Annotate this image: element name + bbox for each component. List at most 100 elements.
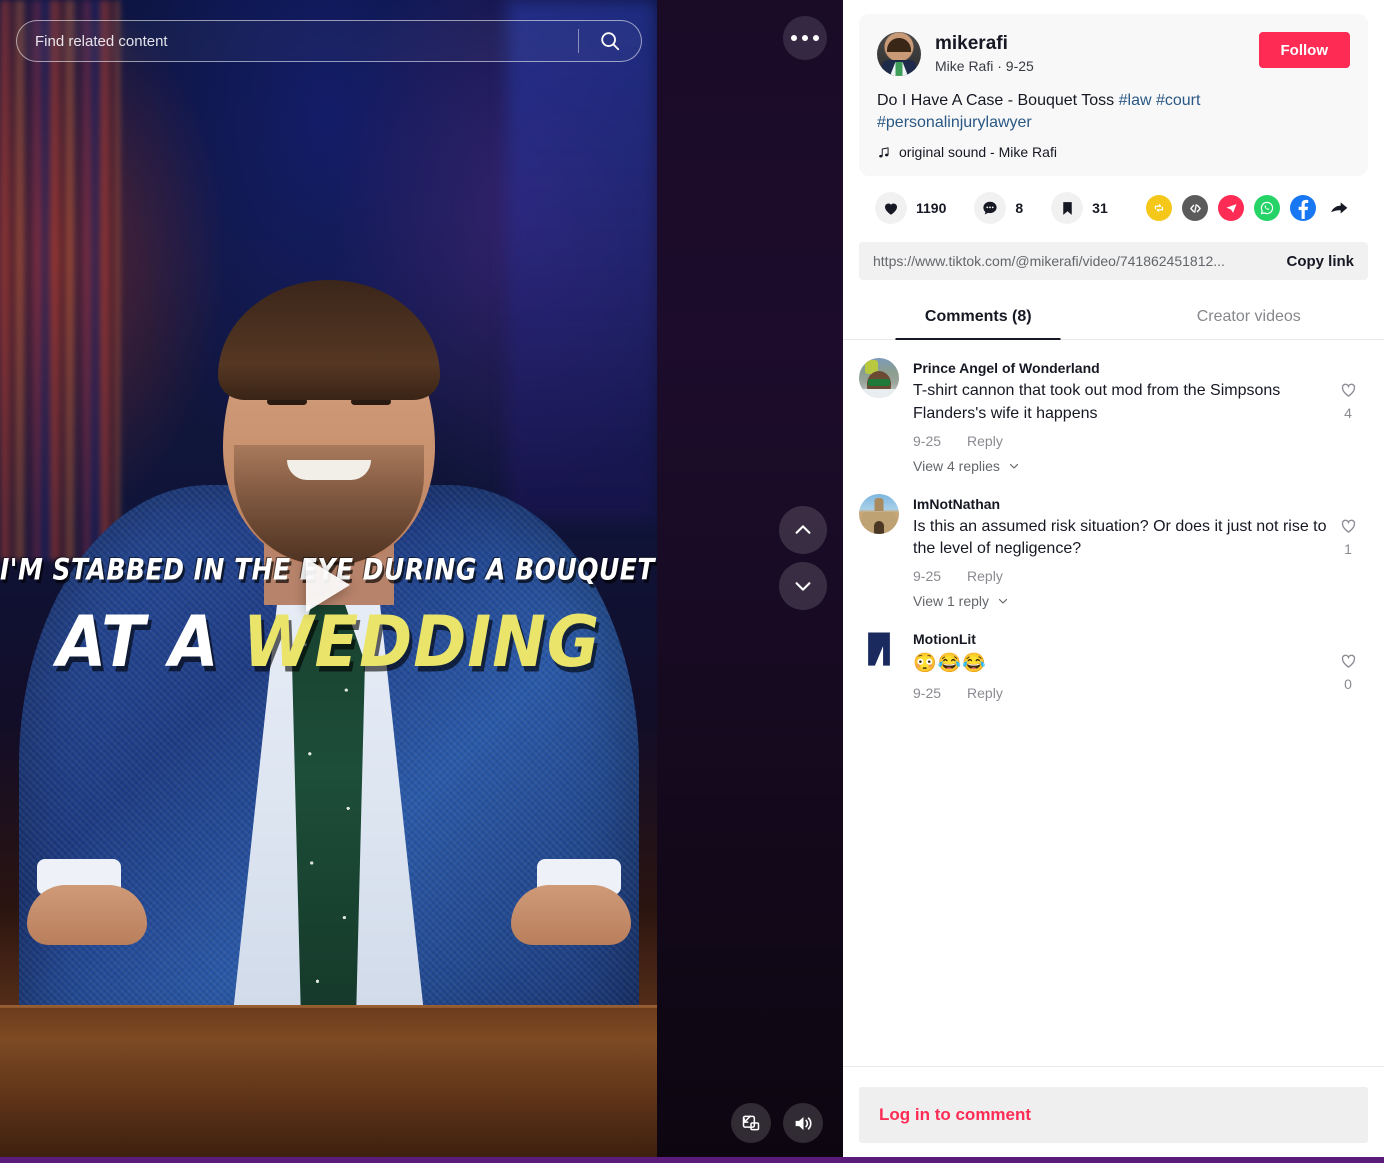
author-avatar[interactable] [877,32,921,76]
repost-icon[interactable] [1146,195,1172,222]
search-icon [601,32,620,51]
comment-reply-button[interactable]: Reply [967,568,1003,584]
comment-like-count: 0 [1344,676,1352,693]
comment-body: Prince Angel of Wonderland T-shirt canno… [913,358,1328,473]
picture-in-picture-icon [742,1115,760,1131]
comment-meta: 9-25 Reply [913,433,1328,449]
embed-code-icon[interactable] [1182,195,1208,222]
avatar-tie [895,62,903,76]
next-video-button[interactable] [779,562,827,610]
telegram-icon[interactable] [1218,195,1244,222]
follow-button[interactable]: Follow [1258,32,1350,68]
comment-date: 9-25 [913,568,942,585]
comment-button[interactable] [974,192,1007,225]
comment-item: MotionLit 😳😂😂 9-25 Reply 0 [859,629,1368,701]
comment-text: 😳😂😂 [913,653,987,675]
comment-item: ImNotNathan Is this an assumed risk situ… [859,493,1368,609]
video-pane: I'M STABBED IN THE EYE DURING A BOUQUET … [0,0,843,1163]
embed-glyph [1189,203,1201,213]
post-meta-card: mikerafi Mike Rafi · 9-25 Follow Do I Ha… [859,14,1368,177]
login-footer: Log in to comment [843,1066,1384,1163]
view-replies-button[interactable]: View 4 replies [913,458,1328,474]
picture-in-picture-button[interactable] [731,1103,771,1143]
comment-date: 9-25 [913,685,942,702]
volume-button[interactable] [783,1103,823,1143]
comment-meta: 9-25 Reply [913,568,1328,584]
comment-like-button[interactable]: 4 [1328,358,1368,473]
comment-avatar[interactable] [859,358,899,399]
comment-avatar[interactable] [859,493,899,534]
find-related-content-bar[interactable] [16,20,642,62]
hashtag-law[interactable]: #law [1119,92,1152,109]
bookmark-count: 31 [1092,200,1108,217]
share-icons-row [1146,195,1366,222]
hand-left [26,885,147,945]
like-action[interactable]: 1190 [875,192,946,225]
whatsapp-icon[interactable] [1254,195,1280,222]
volume-on-icon [795,1116,812,1130]
comment-item: Prince Angel of Wonderland T-shirt canno… [859,358,1368,474]
previous-video-button[interactable] [779,506,827,554]
hashtag-court[interactable]: #court [1156,92,1200,109]
copy-link-row: https://www.tiktok.com/@mikerafi/video/7… [859,242,1368,281]
login-to-comment-button[interactable]: Log in to comment [859,1087,1368,1143]
comment-author[interactable]: MotionLit [913,629,1328,650]
engagement-actions: 1190 8 31 [843,176,1384,225]
view-replies-label: View 1 reply [913,593,990,610]
bottom-accent-bar [0,1157,1384,1163]
comment-avatar[interactable] [859,629,899,670]
comment-count: 8 [1015,200,1024,217]
comment-author[interactable]: ImNotNathan [913,494,1328,515]
bookmark-icon [1062,201,1072,215]
share-arrow-glyph [1331,202,1348,214]
hashtag-personalinjurylawyer[interactable]: #personalinjurylawyer [877,114,1032,131]
comment-like-button[interactable]: 1 [1328,494,1368,609]
comment-text: T-shirt cannon that took out mod from th… [913,382,1281,422]
more-options-icon [791,35,819,41]
tab-creator-videos[interactable]: Creator videos [1114,298,1384,339]
share-arrow-icon[interactable] [1326,195,1352,221]
comment-reply-button[interactable]: Reply [967,433,1003,449]
mouth [286,460,371,480]
comment-meta: 9-25 Reply [913,685,1328,701]
bookmark-action[interactable]: 31 [1051,192,1108,225]
chevron-down-icon [795,582,811,591]
repost-glyph [1154,204,1164,213]
play-icon[interactable] [306,558,350,612]
like-button[interactable] [875,192,907,225]
comment-date: 9-25 [913,432,942,449]
comments-list[interactable]: Prince Angel of Wonderland T-shirt canno… [843,340,1384,1066]
detail-sidebar: mikerafi Mike Rafi · 9-25 Follow Do I Ha… [843,0,1384,1163]
avatar-shirt [859,389,899,399]
tiktok-video-page: I'M STABBED IN THE EYE DURING A BOUQUET … [0,0,1384,1163]
heart-icon [885,203,897,215]
comment-like-button[interactable]: 0 [1328,629,1368,701]
comment-body: ImNotNathan Is this an assumed risk situ… [913,494,1328,609]
video-player[interactable]: I'M STABBED IN THE EYE DURING A BOUQUET … [0,0,657,1163]
more-options-button[interactable] [783,16,827,60]
comment-action[interactable]: 8 [974,192,1024,225]
facebook-icon[interactable] [1290,195,1316,222]
comment-author[interactable]: Prince Angel of Wonderland [913,358,1328,379]
copy-link-button[interactable]: Copy link [1272,253,1354,270]
chevron-up-icon [795,525,811,534]
tab-comments[interactable]: Comments (8) [843,298,1114,339]
search-button[interactable] [579,21,641,61]
desk [0,1008,657,1163]
search-input[interactable] [17,32,578,50]
music-row[interactable]: original sound - Mike Rafi [877,144,1350,160]
sunglasses-icon [868,379,890,387]
comment-reply-button[interactable]: Reply [967,685,1003,701]
heart-outline-icon [1341,519,1355,533]
view-replies-button[interactable]: View 1 reply [913,593,1328,609]
bookmark-button[interactable] [1051,192,1084,225]
comment-body: MotionLit 😳😂😂 9-25 Reply [913,629,1328,701]
post-description: Do I Have A Case - Bouquet Toss #law #co… [877,90,1350,133]
comment-like-count: 4 [1344,405,1352,422]
comment-icon [983,201,997,215]
sidebar-tabs: Comments (8) Creator videos [843,298,1384,341]
view-replies-label: View 4 replies [913,457,1000,474]
avatar-building-door [874,520,884,534]
hair [217,280,440,400]
chevron-down-icon [998,598,1008,604]
